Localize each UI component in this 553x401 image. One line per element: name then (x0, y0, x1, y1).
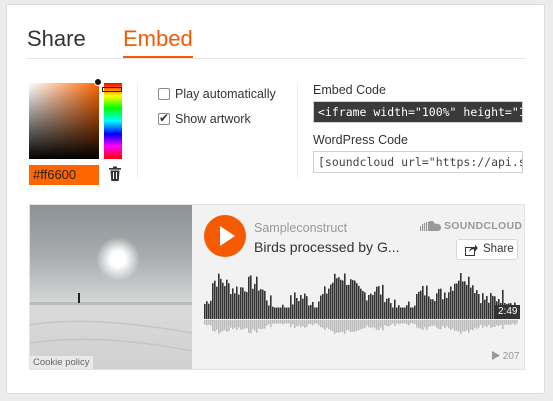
play-button[interactable] (204, 215, 246, 257)
tab-divider (27, 58, 525, 59)
show-artwork-checkbox[interactable]: ✔ (158, 111, 170, 125)
track-artwork: Cookie policy (30, 205, 192, 369)
hue-slider[interactable] (104, 83, 122, 159)
track-title[interactable]: Birds processed by G... (254, 239, 400, 255)
track-duration: 2:49 (495, 305, 521, 319)
column-divider (297, 83, 298, 179)
play-automatically-label: Play automatically (175, 87, 276, 101)
column-divider (137, 83, 138, 179)
play-automatically-checkbox[interactable] (158, 88, 170, 100)
share-icon (465, 244, 478, 256)
embed-code-field[interactable]: <iframe width="100%" height="166" scroll… (313, 101, 523, 123)
play-count: 207 (492, 351, 519, 362)
play-count-icon (492, 351, 500, 360)
soundcloud-logo-icon (420, 220, 441, 231)
checkmark-icon: ✔ (159, 111, 170, 125)
color-picker-handle[interactable] (94, 78, 102, 86)
hue-slider-handle[interactable] (102, 87, 122, 92)
embed-dialog: Share Embed #ff6600 Play automatically ✔… (6, 4, 545, 394)
wordpress-code-field[interactable]: [soundcloud url="https://api.soundcloud.… (313, 151, 523, 173)
share-button[interactable]: Share (456, 239, 518, 260)
play-icon (220, 226, 235, 246)
tab-embed[interactable]: Embed (123, 25, 193, 58)
show-artwork-label: Show artwork (175, 112, 251, 126)
embed-code-label: Embed Code (313, 83, 386, 97)
artist-name[interactable]: Sampleconstruct (254, 221, 347, 235)
share-button-label: Share (483, 243, 514, 255)
play-count-value: 207 (502, 351, 520, 362)
hex-color-field[interactable]: #ff6600 (29, 165, 99, 185)
cookie-policy-link[interactable]: Cookie policy (30, 356, 93, 369)
waveform (204, 273, 518, 334)
soundcloud-brand-text: SOUNDCLOUD (444, 220, 523, 232)
trash-icon[interactable] (108, 166, 122, 182)
tab-share[interactable]: Share (27, 25, 86, 53)
wordpress-code-label: WordPress Code (313, 133, 408, 147)
color-saturation-picker[interactable] (29, 83, 99, 159)
tab-embed-label: Embed (123, 26, 193, 51)
player-widget-preview: Cookie policy Sampleconstruct Birds proc… (29, 204, 525, 370)
